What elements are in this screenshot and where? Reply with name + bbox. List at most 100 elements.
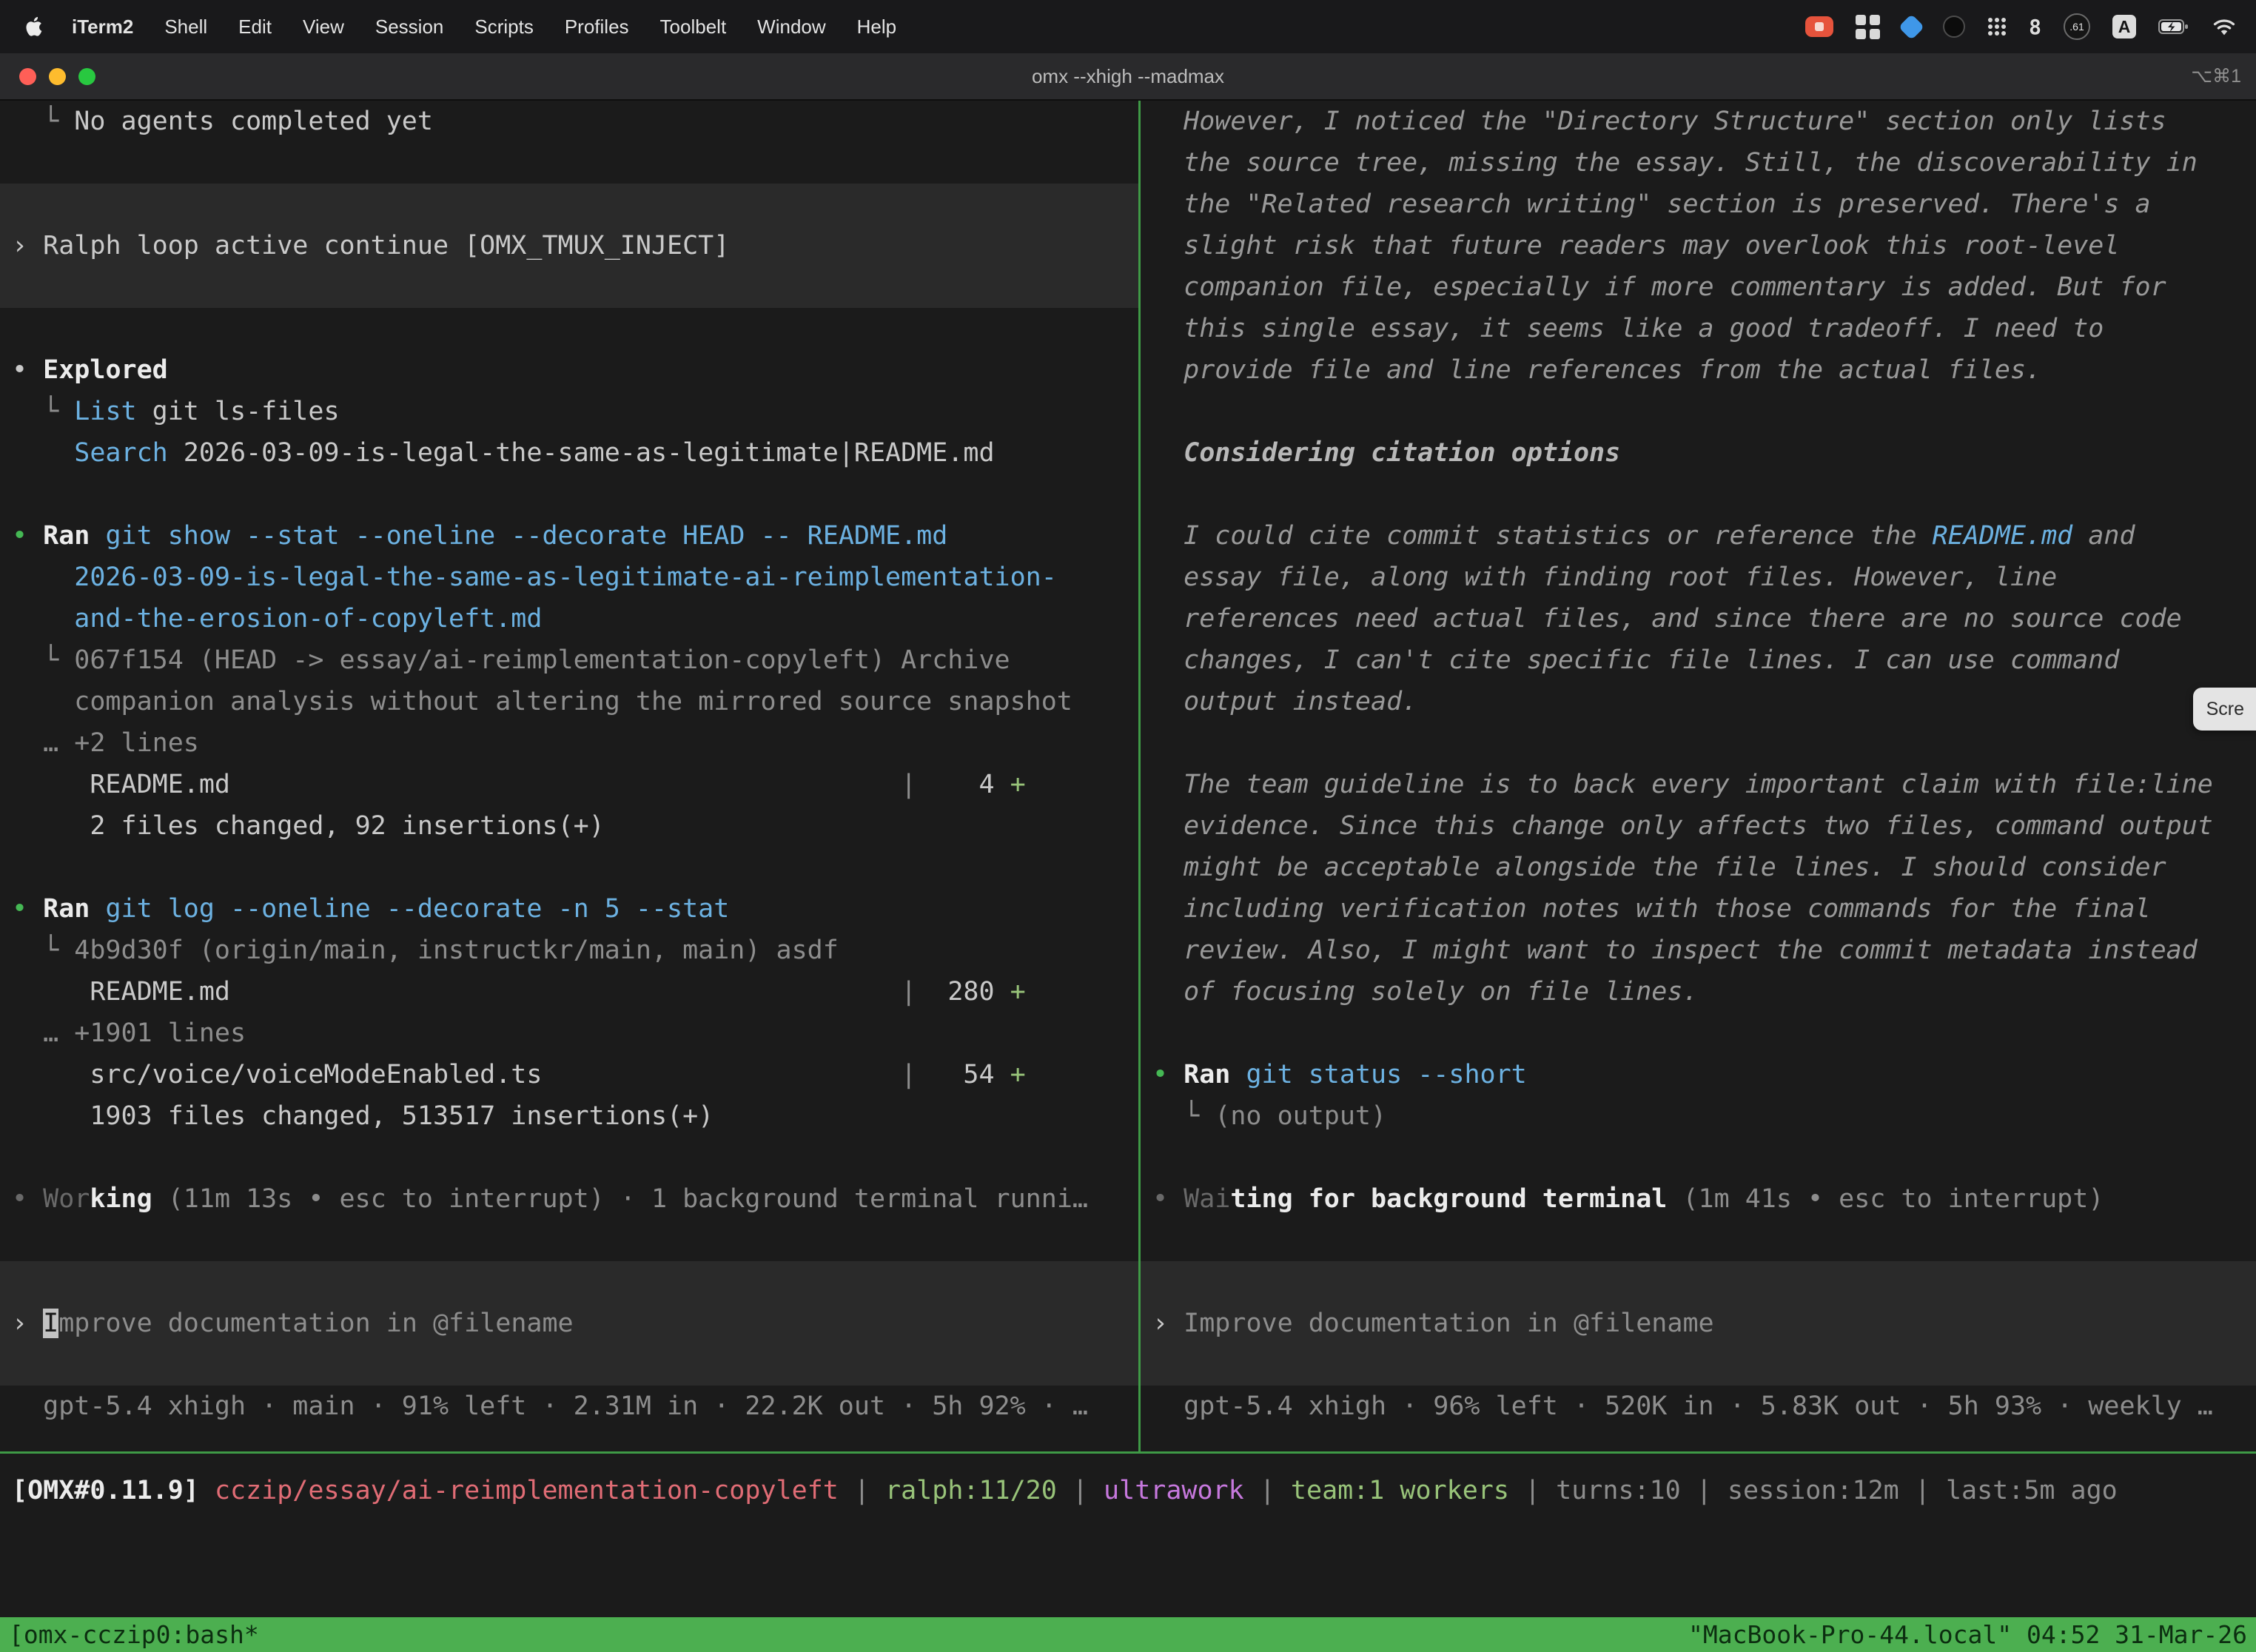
- readme-link: README.md: [1933, 521, 2073, 551]
- minimize-window-icon[interactable]: [49, 68, 66, 85]
- git-log-stat-readme: README.md | 280 +: [0, 971, 1138, 1013]
- model-status-left: gpt-5.4 xhigh · main · 91% left · 2.31M …: [0, 1386, 1138, 1427]
- left-pane: └ No agents completed yet › Ralph loop ac…: [0, 101, 1138, 1451]
- text-segment: └: [12, 397, 74, 426]
- text-segment: Explored: [43, 355, 168, 385]
- menu-item-view[interactable]: View: [287, 16, 360, 38]
- close-window-icon[interactable]: [19, 68, 36, 85]
- text-segment: └ 4b9d30f (origin/main, instructkr/main,…: [12, 936, 839, 965]
- blank: [1141, 1013, 2256, 1054]
- keycast-icon[interactable]: 8: [2029, 15, 2041, 39]
- window-title-bar[interactable]: omx --xhigh --madmax ⌥⌘1: [0, 53, 2256, 101]
- text-segment: 280: [916, 977, 1010, 1007]
- text-segment: |: [1681, 1476, 1728, 1505]
- model-status-right: gpt-5.4 xhigh · 96% left · 520K in · 5.8…: [1141, 1386, 2256, 1427]
- text-segment: git ls-files: [137, 397, 340, 426]
- text-segment: session:12m: [1728, 1476, 1899, 1505]
- zoom-window-icon[interactable]: [78, 68, 95, 85]
- git-show-command: git show --stat --oneline --decorate HEA…: [90, 521, 947, 551]
- battery-percent-icon[interactable]: .61: [2064, 13, 2090, 40]
- blank: [1141, 1137, 2256, 1178]
- blank: [0, 1261, 1138, 1303]
- git-log-summary: 1903 files changed, 513517 insertions(+): [0, 1095, 1138, 1137]
- branch-path: cczip/essay/ai-reimplementation-copyleft: [215, 1476, 839, 1505]
- dark-app-icon[interactable]: [1943, 16, 1965, 38]
- text-segment: +: [1010, 977, 1026, 1007]
- reasoning-line: However, I noticed the "Directory Struct…: [1141, 101, 2256, 142]
- cursor-block: I: [43, 1309, 58, 1338]
- text-segment: No agents completed yet: [74, 107, 433, 136]
- reasoning-line: changes, I can't cite specific file line…: [1141, 639, 2256, 681]
- dots-grid-icon[interactable]: [1987, 17, 2007, 36]
- input-source-icon[interactable]: A: [2112, 15, 2136, 38]
- git-log-stat-voice: src/voice/voiceModeEnabled.ts | 54 +: [0, 1054, 1138, 1095]
- prompt-input-left[interactable]: › Improve documentation in @filename: [0, 1303, 1138, 1344]
- text-segment: |: [1509, 1476, 1556, 1505]
- text-segment: |: [1057, 1476, 1104, 1505]
- working-status-line: • Working (11m 13s • esc to interrupt) ·…: [0, 1178, 1138, 1220]
- git-show-summary: 2 files changed, 92 insertions(+): [0, 805, 1138, 847]
- text-segment: references need actual files, and since …: [1152, 604, 2182, 634]
- text-segment: provide file and line references from th…: [1152, 355, 2041, 385]
- window-grid-icon[interactable]: [1856, 15, 1880, 39]
- menu-item-toolbelt[interactable]: Toolbelt: [645, 16, 742, 38]
- text-segment: 2026-03-09-is-legal-the-same-as-legitima…: [168, 438, 995, 468]
- raycast-icon[interactable]: [1899, 13, 1924, 39]
- prompt-placeholder: Improve documentation in @filename: [1184, 1309, 1713, 1338]
- blank: [1141, 474, 2256, 515]
- text-segment: 4: [916, 770, 1010, 799]
- blank: [0, 308, 1138, 349]
- left-pane-content: └ No agents completed yet › Ralph loop ac…: [0, 101, 1138, 1427]
- explored-header: • Explored: [0, 349, 1138, 391]
- battery-icon[interactable]: [2158, 19, 2189, 35]
- git-show-more-line: … +2 lines: [0, 722, 1138, 764]
- screen-recording-icon[interactable]: [1805, 16, 1833, 37]
- waiting-status-line: • Waiting for background terminal (1m 41…: [1141, 1178, 2256, 1220]
- text-segment: ›: [1152, 1309, 1184, 1338]
- tmux-session-label: [omx-cczip0:bash*: [9, 1620, 259, 1649]
- menu-item-edit[interactable]: Edit: [223, 16, 287, 38]
- reasoning-line: of focusing solely on file lines.: [1141, 971, 2256, 1013]
- blank: [0, 474, 1138, 515]
- blank: [0, 1137, 1138, 1178]
- explored-search-line: Search 2026-03-09-is-legal-the-same-as-l…: [0, 432, 1138, 474]
- menu-item-shell[interactable]: Shell: [149, 16, 223, 38]
- git-show-commit-line: └ 067f154 (HEAD -> essay/ai-reimplementa…: [0, 639, 1138, 681]
- screen-share-overlay[interactable]: Scre: [2193, 688, 2256, 731]
- omx-status-pane-content: [OMX#0.11.9] cczip/essay/ai-reimplementa…: [0, 1470, 2256, 1511]
- blank: [0, 847, 1138, 888]
- text-segment: +: [1010, 1060, 1026, 1089]
- ran-git-status-line: • Ran git status --short: [1141, 1054, 2256, 1095]
- reasoning-line: references need actual files, and since …: [1141, 598, 2256, 639]
- text-segment: 2026-03-09-is-legal-the-same-as-legitima…: [12, 563, 1057, 592]
- text-segment: turns:10: [1556, 1476, 1681, 1505]
- text-segment: output instead.: [1152, 687, 1417, 716]
- ralph-banner-line[interactable]: › Ralph loop active continue [OMX_TMUX_I…: [0, 225, 1138, 266]
- reasoning-line: slight risk that future readers may over…: [1141, 225, 2256, 266]
- reasoning-line: evidence. Since this change only affects…: [1141, 805, 2256, 847]
- apple-menu[interactable]: [19, 16, 56, 38]
- menu-item-help[interactable]: Help: [842, 16, 912, 38]
- menu-item-iterm2[interactable]: iTerm2: [56, 16, 149, 38]
- no-agents-line: └ No agents completed yet: [0, 101, 1138, 142]
- text-segment: this single essay, it seems like a good …: [1152, 314, 2104, 343]
- text-segment: and: [2072, 521, 2135, 551]
- git-log-more-line: … +1901 lines: [0, 1013, 1138, 1054]
- text-segment: • Wor: [12, 1184, 90, 1214]
- menu-item-scripts[interactable]: Scripts: [459, 16, 548, 38]
- blank: [0, 184, 1138, 225]
- reasoning-line: this single essay, it seems like a good …: [1141, 308, 2256, 349]
- menu-item-profiles[interactable]: Profiles: [549, 16, 645, 38]
- menu-status-icons: 8 .61 A: [1805, 13, 2237, 40]
- text-segment: Ran: [43, 894, 90, 924]
- text-segment: king: [90, 1184, 152, 1214]
- text-segment: ›: [12, 231, 43, 261]
- text-segment: +: [1010, 770, 1026, 799]
- text-segment: README.md: [12, 977, 230, 1007]
- wifi-icon[interactable]: [2212, 17, 2237, 36]
- text-segment: slight risk that future readers may over…: [1152, 231, 2119, 261]
- menu-item-session[interactable]: Session: [360, 16, 460, 38]
- prompt-input-right[interactable]: › Improve documentation in @filename: [1141, 1303, 2256, 1344]
- text-segment: the source tree, missing the essay. Stil…: [1152, 148, 2198, 178]
- menu-item-window[interactable]: Window: [742, 16, 841, 38]
